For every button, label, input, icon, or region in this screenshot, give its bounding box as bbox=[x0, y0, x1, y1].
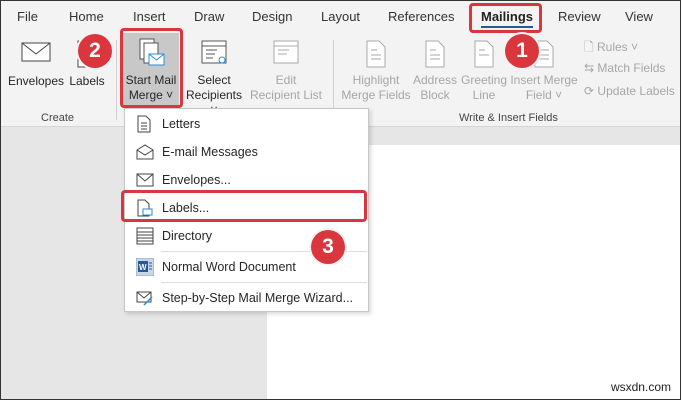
highlight-start-mail-merge bbox=[120, 28, 183, 108]
menu-label: Normal Word Document bbox=[162, 260, 296, 274]
tab-home[interactable]: Home bbox=[69, 9, 104, 24]
menu-item-letters[interactable]: Letters bbox=[125, 111, 368, 137]
update-labels-button[interactable]: ⟳ Update Labels bbox=[584, 84, 675, 98]
address-label-2: Block bbox=[420, 88, 450, 102]
match-label: Match Fields bbox=[597, 61, 666, 75]
envelopes-label: Envelopes bbox=[7, 74, 65, 88]
highlight-labels bbox=[121, 190, 367, 222]
update-label: Update Labels bbox=[597, 84, 675, 98]
word-document-icon: W bbox=[136, 258, 154, 276]
highlight-merge-fields-button[interactable]: Highlight Merge Fields bbox=[338, 40, 414, 103]
email-icon bbox=[136, 144, 154, 160]
match-fields-icon: ⇆ bbox=[584, 61, 595, 75]
address-label-1: Address bbox=[412, 73, 458, 87]
directory-icon bbox=[136, 227, 154, 245]
edit-list-icon bbox=[273, 40, 299, 64]
tab-layout[interactable]: Layout bbox=[321, 9, 360, 24]
update-labels-icon: ⟳ bbox=[584, 84, 595, 98]
edit-label-1: Edit bbox=[275, 73, 297, 87]
group-create-label: Create bbox=[41, 112, 75, 124]
menu-label: E-mail Messages bbox=[162, 145, 258, 159]
menu-label: Letters bbox=[162, 117, 201, 131]
envelope-icon bbox=[136, 173, 154, 187]
insert-label-2: Field ˅ bbox=[525, 88, 563, 102]
menu-divider bbox=[161, 282, 367, 283]
labels-label: Labels bbox=[69, 74, 105, 88]
svg-text:W: W bbox=[139, 263, 147, 272]
menu-item-mail-merge-wizard[interactable]: Step-by-Step Mail Merge Wizard... bbox=[125, 285, 368, 311]
greeting-label-1: Greeting bbox=[460, 73, 508, 87]
tab-review[interactable]: Review bbox=[558, 9, 601, 24]
step-badge-1: 1 bbox=[505, 34, 539, 68]
step-badge-2: 2 bbox=[78, 34, 112, 68]
address-block-button[interactable]: Address Block bbox=[412, 40, 458, 103]
highlight-label-1: Highlight bbox=[352, 73, 400, 87]
tab-view[interactable]: View bbox=[625, 9, 653, 24]
select-recipients-button[interactable]: Select Recipients ˅ bbox=[182, 40, 246, 118]
greeting-label-2: Line bbox=[472, 88, 496, 102]
group-write-label: Write & Insert Fields bbox=[459, 112, 558, 124]
insert-label-1: Insert Merge bbox=[510, 73, 578, 87]
rules-button[interactable]: 🗋 Rules ˅ bbox=[584, 38, 638, 59]
menu-label: Step-by-Step Mail Merge Wizard... bbox=[162, 291, 354, 305]
tab-insert[interactable]: Insert bbox=[133, 9, 166, 24]
tab-design[interactable]: Design bbox=[252, 9, 292, 24]
menu-label: Directory bbox=[162, 229, 213, 243]
match-fields-button[interactable]: ⇆ Match Fields bbox=[584, 61, 665, 75]
tab-file[interactable]: File bbox=[17, 9, 38, 24]
divider bbox=[116, 40, 117, 120]
menu-label: Envelopes... bbox=[162, 173, 231, 187]
recipients-icon bbox=[201, 40, 227, 64]
wizard-icon bbox=[136, 291, 153, 306]
envelopes-button[interactable]: Envelopes bbox=[6, 40, 66, 89]
letter-icon bbox=[137, 115, 151, 133]
tab-draw[interactable]: Draw bbox=[194, 9, 224, 24]
highlight-mailings bbox=[469, 3, 542, 33]
tab-references[interactable]: References bbox=[388, 9, 454, 24]
greeting-line-button[interactable]: Greeting Line bbox=[459, 40, 509, 103]
select-label-1: Select bbox=[197, 73, 231, 87]
menu-item-email-messages[interactable]: E-mail Messages bbox=[125, 139, 368, 165]
document-icon bbox=[366, 40, 386, 68]
edit-recipient-list-button[interactable]: Edit Recipient List bbox=[248, 40, 324, 103]
document-icon bbox=[425, 40, 445, 68]
watermark: wsxdn.com bbox=[610, 380, 671, 394]
rules-icon: 🗋 bbox=[584, 40, 594, 54]
envelope-icon bbox=[21, 42, 51, 62]
ribbon-tabs: File Home Insert Draw Design Layout Refe… bbox=[0, 0, 681, 32]
document-icon bbox=[474, 40, 494, 68]
step-badge-3: 3 bbox=[311, 230, 345, 264]
rules-label: Rules ˅ bbox=[597, 40, 639, 54]
edit-label-2: Recipient List bbox=[249, 88, 323, 102]
highlight-label-2: Merge Fields bbox=[341, 88, 411, 102]
